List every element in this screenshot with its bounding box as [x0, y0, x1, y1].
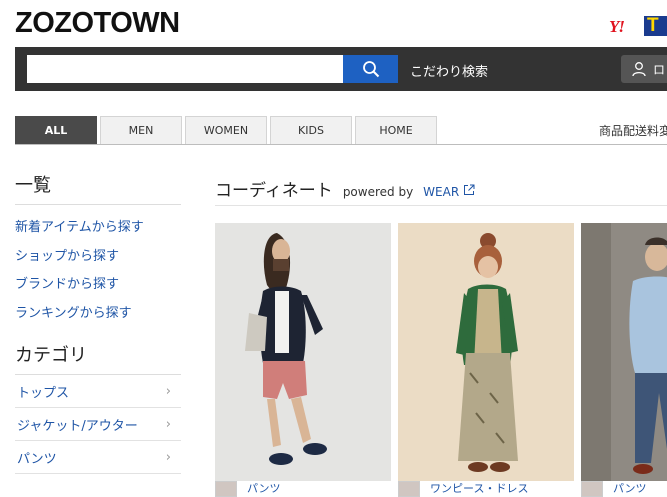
tab-home[interactable]: HOME [355, 116, 437, 144]
tab-women[interactable]: WOMEN [185, 116, 267, 144]
gender-tabs: ALL MEN WOMEN KIDS HOME [15, 116, 437, 144]
item-tag[interactable]: パンツ [581, 481, 667, 497]
sidebar-link-shops[interactable]: ショップから探す [15, 248, 181, 277]
category-item-jackets[interactable]: ジャケット/アウター › [15, 408, 181, 441]
coordinate-photo[interactable] [398, 223, 574, 481]
item-tag[interactable]: ワンピース・ドレス [398, 481, 574, 497]
item-thumbnail [581, 481, 603, 497]
external-link-icon [464, 184, 475, 195]
coordinate-card[interactable]: パンツ [581, 223, 667, 497]
search-button[interactable] [343, 55, 398, 83]
list-heading: 一覧 [15, 175, 181, 205]
sidebar-link-ranking[interactable]: ランキングから探す [15, 305, 181, 334]
zozotown-logo[interactable]: ZOZOTOWN [15, 7, 180, 40]
login-label: ロ [653, 62, 666, 77]
tab-all[interactable]: ALL [15, 116, 97, 144]
category-item-pants[interactable]: パンツ › [15, 441, 181, 474]
user-icon [632, 62, 646, 77]
category-heading: カテゴリ [15, 345, 181, 375]
tpoint-logo[interactable]: T [644, 16, 667, 36]
coordinate-header: コーディネート powered by WEAR [215, 176, 475, 201]
sidebar-links: 新着アイテムから探す ショップから探す ブランドから探す ランキングから探す [15, 219, 181, 333]
category-item-tops[interactable]: トップス › [15, 375, 181, 408]
powered-by-text: powered by [342, 185, 414, 199]
wear-link[interactable]: WEAR [423, 184, 475, 199]
sidebar-link-brands[interactable]: ブランドから探す [15, 276, 181, 305]
item-tag-label: ワンピース・ドレス [430, 482, 529, 495]
chevron-right-icon: › [165, 449, 171, 465]
coordinate-photo[interactable] [581, 223, 667, 481]
login-button[interactable]: ロ [621, 55, 667, 83]
search-bar: こだわり検索 ロ [15, 47, 667, 91]
sidebar-link-new-items[interactable]: 新着アイテムから探す [15, 219, 181, 248]
sidebar: 一覧 新着アイテムから探す ショップから探す ブランドから探す ランキングから探… [15, 175, 181, 474]
category-label: トップス [17, 385, 70, 401]
item-tag-label: パンツ [613, 482, 647, 495]
tab-men[interactable]: MEN [100, 116, 182, 144]
tab-divider [15, 144, 667, 145]
coordinate-divider [215, 205, 667, 206]
chevron-right-icon: › [165, 383, 171, 399]
page: ZOZOTOWN Y! T こだわり検索 ロ ALL MEN WOMEN KID… [0, 0, 667, 497]
tab-kids[interactable]: KIDS [270, 116, 352, 144]
item-thumbnail [398, 481, 420, 497]
advanced-search-link[interactable]: こだわり検索 [410, 61, 488, 80]
coordinate-title: コーディネート [215, 181, 333, 201]
item-tag-label: パンツ [247, 482, 281, 495]
shipping-notice-link[interactable]: 商品配送料変 [599, 122, 667, 139]
search-icon [362, 61, 379, 78]
category-label: ジャケット/アウター [17, 418, 138, 434]
coordinate-card[interactable]: ワンピース・ドレス [398, 223, 574, 497]
search-input[interactable] [27, 55, 343, 83]
coordinate-photo[interactable] [215, 223, 391, 481]
category-label: パンツ [17, 451, 57, 467]
item-tag[interactable]: パンツ [215, 481, 391, 497]
coordinate-card[interactable]: パンツ [215, 223, 391, 497]
chevron-right-icon: › [165, 416, 171, 432]
wear-label: WEAR [423, 185, 460, 199]
yahoo-logo[interactable]: Y! [609, 17, 625, 37]
item-thumbnail [215, 481, 237, 497]
